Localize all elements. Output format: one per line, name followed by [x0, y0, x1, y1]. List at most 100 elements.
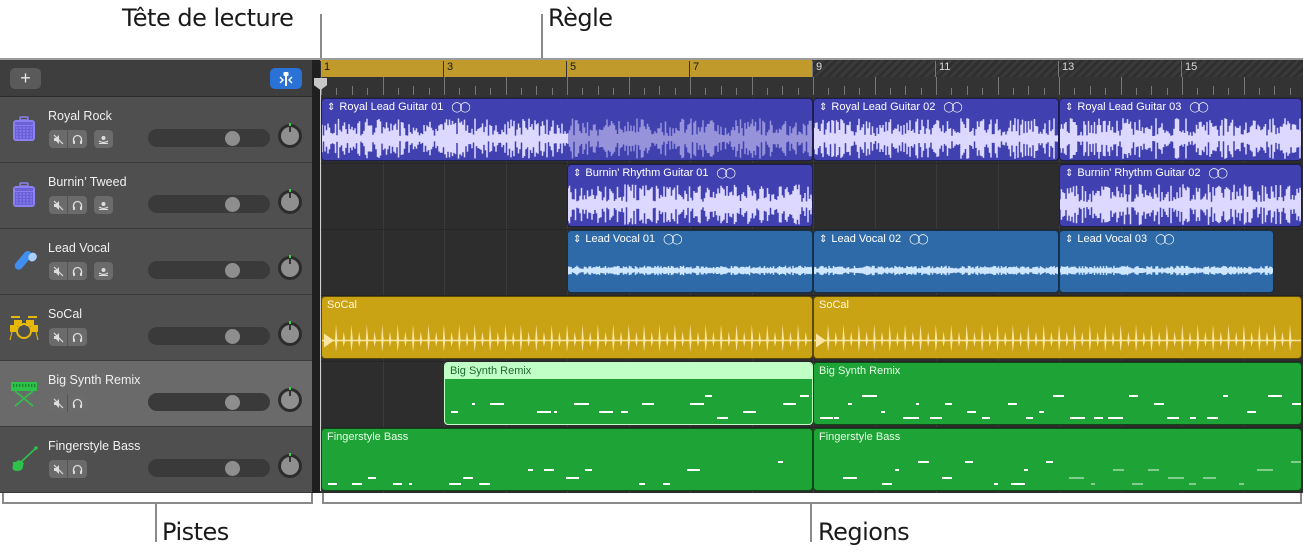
- expand-arrows-icon[interactable]: ⇕: [1065, 234, 1073, 245]
- midi-note: [1291, 461, 1301, 463]
- volume-slider-knob[interactable]: [225, 461, 241, 476]
- audio-waveform: [814, 118, 1058, 159]
- midi-note: [1148, 469, 1159, 471]
- pan-knob[interactable]: [278, 255, 302, 280]
- pan-knob[interactable]: [278, 123, 302, 148]
- ruler-tick: [920, 88, 922, 95]
- region-name: Big Synth Remix: [819, 365, 900, 377]
- mute-button[interactable]: [49, 460, 68, 478]
- volume-slider[interactable]: [148, 261, 270, 279]
- track-header[interactable]: SoCal: [0, 295, 312, 361]
- region-audio-vocal[interactable]: ⇕ Lead Vocal 03 ◯◯: [1059, 230, 1275, 293]
- mute-button[interactable]: [49, 328, 68, 346]
- midi-note: [1129, 395, 1139, 397]
- expand-arrows-icon[interactable]: ⇕: [1065, 102, 1073, 113]
- region-audio-guitar[interactable]: ⇕ Royal Lead Guitar 03 ◯◯: [1059, 98, 1302, 161]
- catch-playhead-button[interactable]: [270, 68, 302, 89]
- volume-slider[interactable]: [148, 327, 270, 345]
- region-midi[interactable]: Big Synth Remix: [813, 362, 1302, 425]
- solo-button[interactable]: [68, 262, 87, 280]
- midi-note: [1267, 395, 1283, 397]
- region-audio-vocal[interactable]: ⇕ Lead Vocal 02 ◯◯: [813, 230, 1059, 293]
- solo-button[interactable]: [68, 460, 87, 478]
- region-drummer[interactable]: SoCal: [813, 296, 1302, 359]
- pan-indicator: [289, 453, 291, 456]
- volume-slider[interactable]: [148, 393, 270, 411]
- mute-button[interactable]: [49, 394, 68, 412]
- garageband-tracks-area: + Royal Rock Burnin’ Tweed Lead Vocal SoCal…: [0, 58, 1303, 493]
- volume-slider[interactable]: [148, 129, 270, 147]
- bracket-tracks-right: [311, 492, 313, 504]
- expand-arrows-icon[interactable]: ⇕: [819, 102, 827, 113]
- ruler-tick: [997, 77, 999, 95]
- pan-knob[interactable]: [278, 189, 302, 214]
- volume-slider[interactable]: [148, 459, 270, 477]
- track-name: Fingerstyle Bass: [48, 439, 141, 453]
- pan-knob[interactable]: [278, 453, 302, 478]
- expand-arrows-icon[interactable]: ⇕: [819, 234, 827, 245]
- record-enable-button[interactable]: [94, 196, 113, 214]
- region-name: ⇕ Burnin' Rhythm Guitar 02 ◯◯: [1065, 167, 1228, 179]
- midi-note: [544, 469, 554, 471]
- midi-note: [1045, 461, 1053, 463]
- region-name: ⇕ Lead Vocal 03 ◯◯: [1065, 233, 1175, 245]
- midi-note: [1189, 417, 1196, 419]
- ruler-tick: [582, 88, 584, 95]
- volume-slider-knob[interactable]: [225, 329, 241, 344]
- volume-slider-knob[interactable]: [225, 131, 241, 146]
- playhead-line[interactable]: [320, 78, 321, 491]
- volume-slider[interactable]: [148, 195, 270, 213]
- region-name: ⇕ Lead Vocal 02 ◯◯: [819, 233, 929, 245]
- volume-slider-knob[interactable]: [225, 395, 241, 410]
- track-header[interactable]: Fingerstyle Bass: [0, 427, 312, 493]
- pan-knob[interactable]: [278, 321, 302, 346]
- midi-note: [1246, 411, 1257, 413]
- track-header[interactable]: Lead Vocal: [0, 229, 312, 295]
- track-header[interactable]: Big Synth Remix: [0, 361, 312, 427]
- callout-regions: Regions: [818, 518, 910, 546]
- mute-button[interactable]: [49, 262, 68, 280]
- region-midi[interactable]: Big Synth Remix: [444, 362, 813, 425]
- record-enable-button[interactable]: [94, 130, 113, 148]
- midi-note: [451, 411, 459, 413]
- region-audio-guitar[interactable]: ⇕ Burnin' Rhythm Guitar 01 ◯◯: [567, 164, 813, 227]
- region-midi[interactable]: Fingerstyle Bass: [813, 428, 1302, 491]
- midi-note: [1132, 483, 1143, 485]
- region-audio-guitar[interactable]: ⇕ Royal Lead Guitar 01 ◯◯: [321, 98, 813, 161]
- ruler-bar-label: 15: [1181, 61, 1197, 77]
- tracks-area[interactable]: ⇕ Royal Lead Guitar 01 ◯◯ ⇕ Royal Lead Guita…: [320, 97, 1303, 493]
- mute-button[interactable]: [49, 130, 68, 148]
- pan-knob[interactable]: [278, 387, 302, 412]
- expand-arrows-icon[interactable]: ⇕: [573, 234, 581, 245]
- expand-arrows-icon[interactable]: ⇕: [573, 168, 581, 179]
- region-title: SoCal: [327, 299, 357, 311]
- midi-note: [743, 411, 757, 413]
- loop-icon: ◯◯: [663, 233, 682, 245]
- mute-button[interactable]: [49, 196, 68, 214]
- region-drummer[interactable]: SoCal: [321, 296, 813, 359]
- volume-slider-knob[interactable]: [225, 197, 241, 212]
- region-audio-guitar[interactable]: ⇕ Burnin' Rhythm Guitar 02 ◯◯: [1059, 164, 1302, 227]
- region-name: ⇕ Royal Lead Guitar 03 ◯◯: [1065, 101, 1209, 113]
- track-header[interactable]: Burnin’ Tweed: [0, 163, 312, 229]
- ruler[interactable]: 1 3 5 7 9 11 13 15: [320, 60, 1303, 97]
- region-audio-vocal[interactable]: ⇕ Lead Vocal 01 ◯◯: [567, 230, 813, 293]
- add-track-button[interactable]: +: [10, 68, 41, 89]
- track-list-divider[interactable]: [312, 60, 320, 493]
- solo-button[interactable]: [68, 196, 87, 214]
- solo-button[interactable]: [68, 130, 87, 148]
- region-midi[interactable]: Fingerstyle Bass: [321, 428, 813, 491]
- bass-guitar-icon: [8, 443, 40, 475]
- region-name: Big Synth Remix: [450, 365, 531, 377]
- record-enable-button[interactable]: [94, 262, 113, 280]
- track-buttons: [49, 460, 87, 478]
- volume-slider-knob[interactable]: [225, 263, 241, 278]
- ruler-tick: [1166, 88, 1168, 95]
- expand-arrows-icon[interactable]: ⇕: [1065, 168, 1073, 179]
- solo-button[interactable]: [68, 328, 87, 346]
- solo-button[interactable]: [68, 394, 87, 412]
- midi-note: [471, 403, 476, 405]
- region-audio-guitar[interactable]: ⇕ Royal Lead Guitar 02 ◯◯: [813, 98, 1059, 161]
- track-header[interactable]: Royal Rock: [0, 97, 312, 163]
- expand-arrows-icon[interactable]: ⇕: [327, 102, 335, 113]
